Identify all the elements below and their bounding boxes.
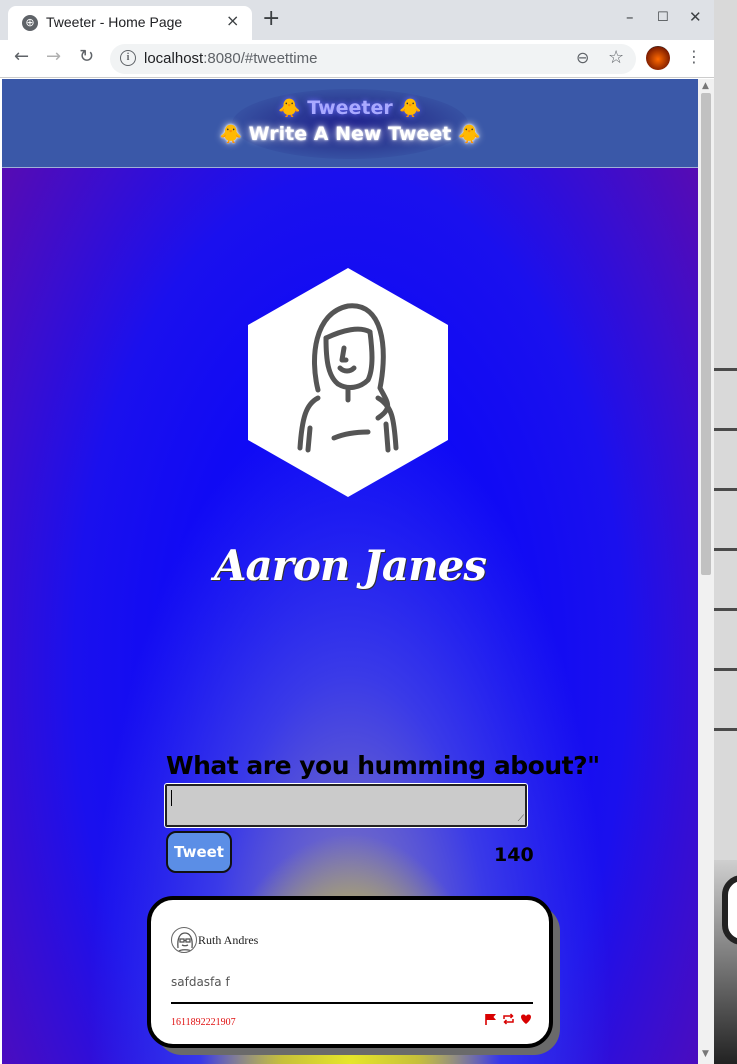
reload-icon[interactable]: ↻: [79, 46, 94, 67]
tab-title: Tweeter - Home Page: [46, 14, 183, 30]
back-arrow-icon[interactable]: ←: [14, 46, 29, 67]
profile-avatar-hexagon: [248, 268, 448, 497]
tab-strip: ⊕ Tweeter - Home Page × + – ☐ ✕: [0, 0, 714, 40]
text-caret: [171, 790, 172, 806]
write-tweet-toggle[interactable]: 🐥 Write A New Tweet 🐥: [2, 123, 698, 145]
profile-name: Aaron Janes: [213, 541, 487, 590]
browser-toolbar: ← → ↻ i localhost:8080/#tweettime ⊖ ☆ ⋮: [0, 40, 714, 78]
desktop-line: [714, 668, 737, 671]
tweet-button[interactable]: Tweet: [166, 831, 232, 873]
character-counter: 140: [494, 844, 534, 866]
desktop-line: [714, 488, 737, 491]
url-host: localhost: [144, 50, 204, 67]
tweet-content: safdasfa f: [171, 975, 230, 989]
chick-icon: 🐥: [399, 98, 422, 119]
browser-tab[interactable]: ⊕ Tweeter - Home Page ×: [8, 6, 252, 40]
globe-icon: ⊕: [22, 15, 38, 31]
profile-avatar[interactable]: [646, 46, 670, 70]
brand-title: Tweeter: [307, 97, 393, 119]
author-avatar-icon: [177, 932, 193, 952]
tweet-actions: [485, 1013, 532, 1025]
scrollbar-thumb[interactable]: [701, 93, 711, 575]
chick-icon: 🐥: [457, 124, 481, 145]
url-text[interactable]: localhost:8080/#tweettime: [144, 50, 317, 67]
scroll-down-icon[interactable]: ▼: [702, 1049, 709, 1059]
desktop-line: [714, 608, 737, 611]
user-avatar-icon: [248, 268, 448, 497]
window-close-button[interactable]: ✕: [689, 8, 702, 26]
header-brand: 🐥 Tweeter 🐥: [2, 97, 698, 119]
new-tab-button[interactable]: +: [262, 8, 280, 30]
page-scrollbar[interactable]: ▲ ▼: [698, 79, 714, 1064]
scroll-up-icon[interactable]: ▲: [702, 81, 709, 91]
forward-arrow-icon[interactable]: →: [46, 46, 61, 67]
desktop-line: [714, 368, 737, 371]
info-icon[interactable]: i: [120, 50, 136, 66]
tab-close-button[interactable]: ×: [226, 11, 239, 30]
menu-kebab-icon[interactable]: ⋮: [686, 47, 702, 66]
flag-icon[interactable]: [485, 1013, 497, 1025]
tweet-timestamp: 1611892221907: [171, 1017, 236, 1028]
desktop-background: [714, 0, 737, 1064]
compose-prompt: What are you humming about?": [166, 751, 600, 780]
tweet-divider: [171, 1002, 533, 1004]
maximize-button[interactable]: ☐: [657, 10, 669, 25]
resize-grip-icon[interactable]: ⟋: [518, 814, 524, 824]
zoom-icon[interactable]: ⊖: [576, 48, 589, 67]
bookmark-star-icon[interactable]: ☆: [608, 47, 624, 68]
avatar: [171, 927, 197, 953]
chick-icon: 🐥: [278, 98, 301, 119]
minimize-button[interactable]: –: [626, 8, 634, 26]
browser-window: ⊕ Tweeter - Home Page × + – ☐ ✕ ← → ↻ i …: [0, 0, 714, 1064]
page-header[interactable]: 🐥 Tweeter 🐥 🐥 Write A New Tweet 🐥: [2, 79, 698, 168]
heart-icon[interactable]: [520, 1013, 532, 1025]
write-tweet-label[interactable]: Write A New Tweet: [249, 123, 452, 145]
tweet-textarea[interactable]: ⟋: [164, 783, 528, 828]
desktop-line: [714, 728, 737, 731]
tweet-card: Ruth Andres safdasfa f 1611892221907: [147, 896, 553, 1048]
desktop-line: [714, 428, 737, 431]
desktop-line: [714, 548, 737, 551]
tweet-author: Ruth Andres: [198, 933, 259, 947]
page-viewport: 🐥 Tweeter 🐥 🐥 Write A New Tweet 🐥 Aaron …: [2, 79, 698, 1064]
address-bar[interactable]: i localhost:8080/#tweettime ⊖ ☆: [110, 44, 636, 74]
url-path: :8080/#tweettime: [203, 50, 318, 67]
chick-icon: 🐥: [219, 124, 243, 145]
desktop-knob: [722, 875, 737, 945]
retweet-icon[interactable]: [502, 1013, 515, 1025]
